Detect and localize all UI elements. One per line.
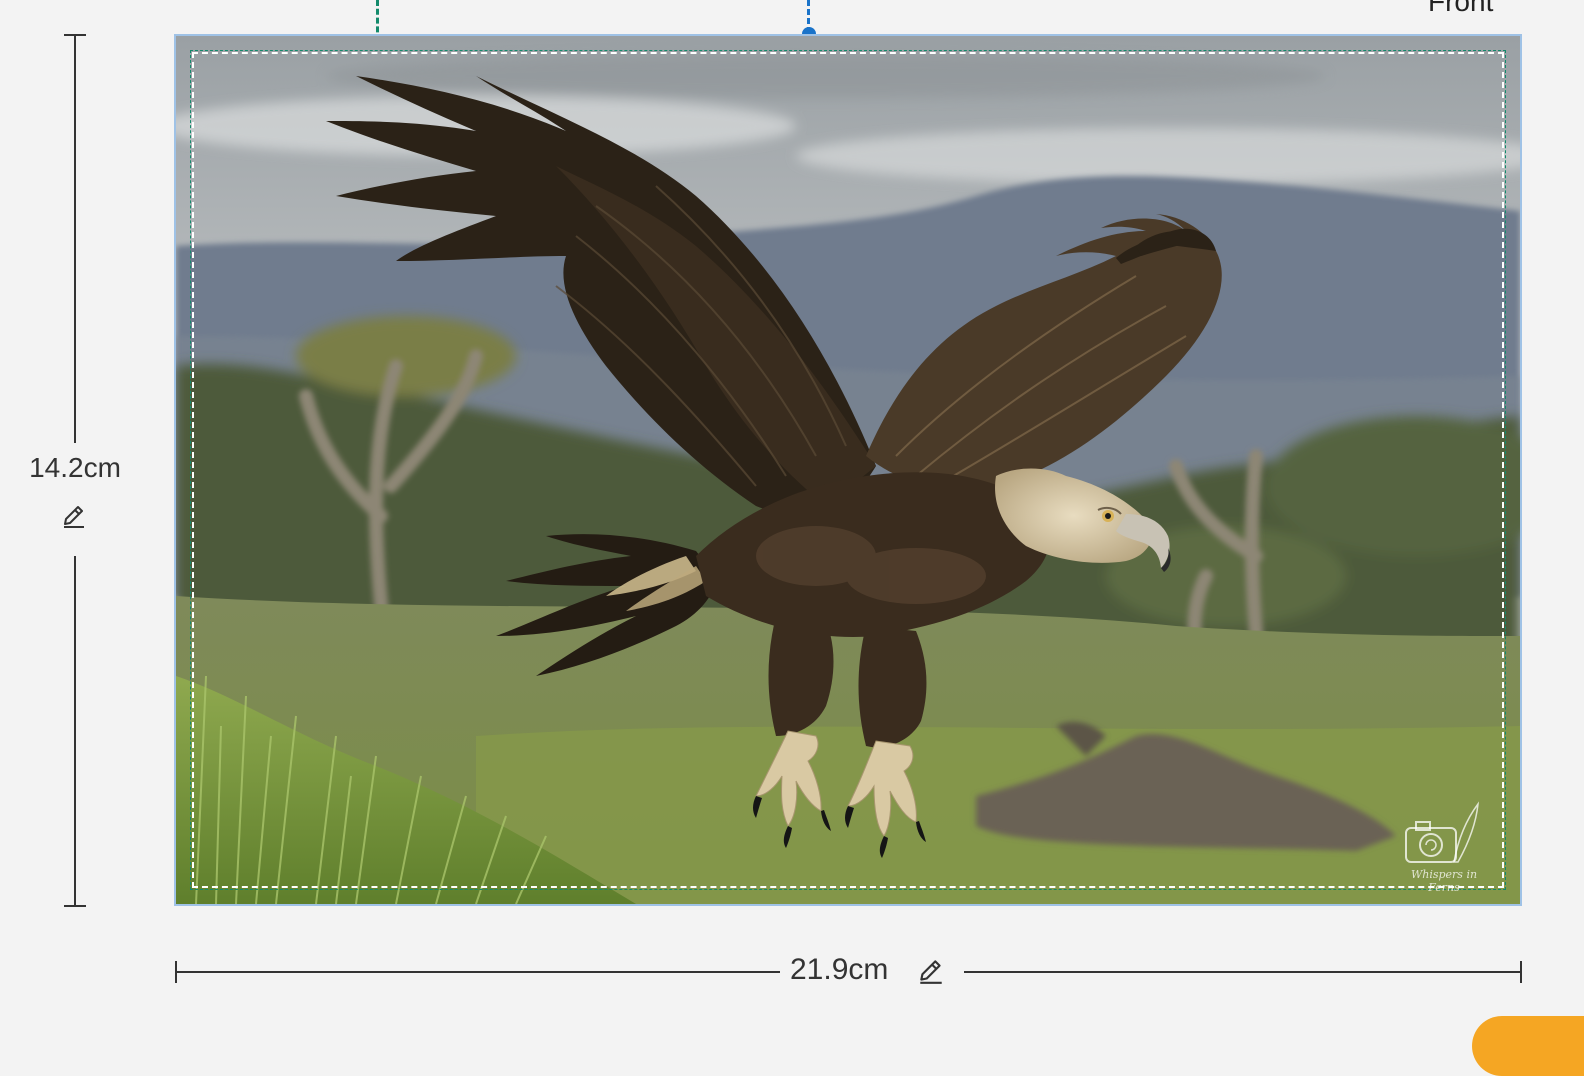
eagle-photo bbox=[176, 36, 1520, 904]
edit-height-button[interactable] bbox=[60, 502, 88, 530]
watermark-logo: Whispers in Ferns bbox=[1396, 800, 1492, 894]
width-ruler-line-right bbox=[964, 971, 1520, 973]
side-label: Front bbox=[1428, 0, 1494, 17]
camera-quill-icon bbox=[1405, 801, 1480, 863]
width-ruler-line-left bbox=[176, 971, 780, 973]
height-ruler-bottom-tick bbox=[64, 905, 86, 907]
watermark-text: Whispers in Ferns bbox=[1410, 868, 1478, 894]
pencil-icon bbox=[920, 960, 942, 984]
height-ruler-line-lower bbox=[74, 556, 76, 905]
photo-canvas[interactable] bbox=[174, 34, 1522, 906]
width-ruler-right-tick bbox=[1520, 961, 1522, 983]
width-dimension-label: 21.9cm bbox=[790, 953, 889, 986]
action-button[interactable] bbox=[1472, 1016, 1584, 1076]
height-ruler-line-upper bbox=[74, 35, 76, 443]
height-dimension-label: 14.2cm bbox=[29, 452, 121, 483]
edit-width-button[interactable] bbox=[916, 956, 946, 986]
pencil-icon bbox=[64, 506, 84, 528]
